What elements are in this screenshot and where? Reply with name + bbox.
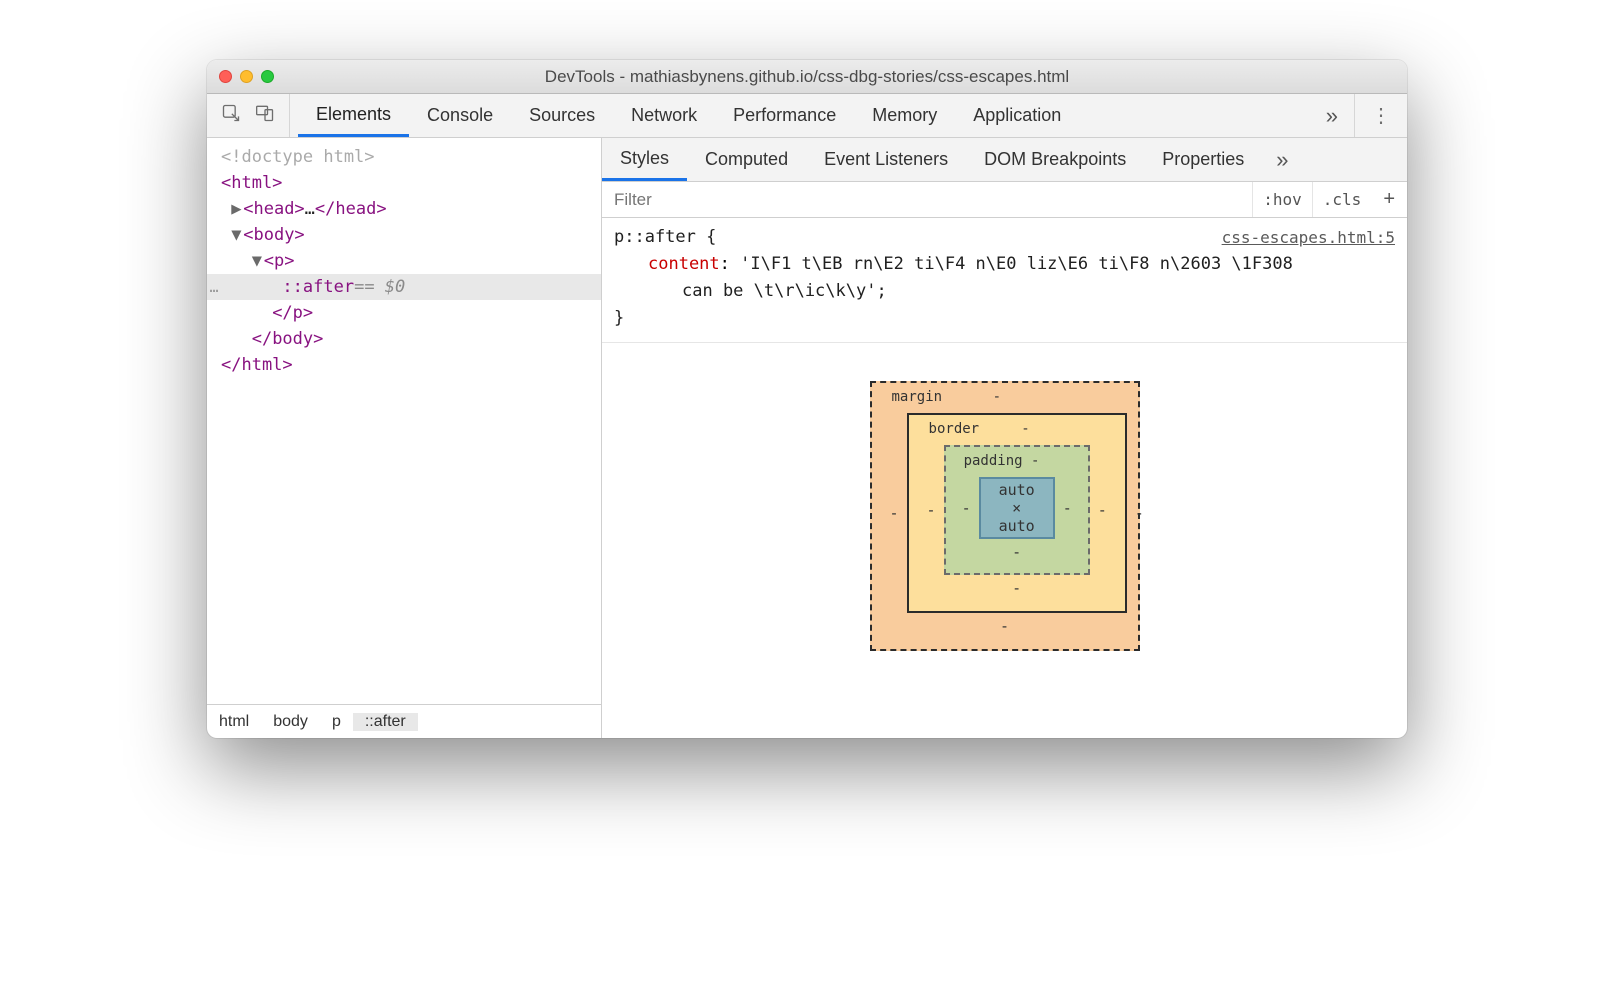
- prop-value-line1[interactable]: 'I\F1 t\EB rn\E2 ti\F4 n\E0 liz\E6 ti\F8…: [740, 254, 1293, 274]
- tab-sources[interactable]: Sources: [511, 94, 613, 137]
- padding-left: -: [962, 499, 971, 517]
- style-rule[interactable]: p::after { css-escapes.html:5 content: '…: [602, 218, 1407, 343]
- dom-head-close: </head>: [315, 199, 387, 219]
- crumb-html[interactable]: html: [207, 713, 261, 731]
- devtools-window: DevTools - mathiasbynens.github.io/css-d…: [207, 60, 1407, 738]
- panels: <!doctype html> <html> ▶<head>…</head> ▼…: [207, 138, 1407, 738]
- crumb-after[interactable]: ::after: [353, 713, 418, 731]
- margin-bottom: -: [1000, 617, 1009, 635]
- margin-right: -: [1135, 504, 1144, 522]
- rule-selector[interactable]: p::after {: [614, 224, 716, 251]
- crumb-body[interactable]: body: [261, 713, 320, 731]
- dom-p-open[interactable]: <p>: [264, 251, 295, 271]
- tab-styles[interactable]: Styles: [602, 138, 687, 181]
- rule-source-link[interactable]: css-escapes.html:5: [1222, 224, 1395, 251]
- dom-panel: <!doctype html> <html> ▶<head>…</head> ▼…: [207, 138, 602, 738]
- dom-doctype: <!doctype html>: [221, 147, 375, 167]
- tab-memory[interactable]: Memory: [854, 94, 955, 137]
- tabs-overflow-icon[interactable]: »: [1310, 94, 1354, 137]
- kebab-menu-icon[interactable]: ⋮: [1354, 94, 1407, 137]
- box-model-padding[interactable]: padding - - auto × auto - -: [944, 445, 1090, 575]
- dom-body-open[interactable]: <body>: [243, 225, 304, 245]
- border-label: border: [929, 421, 980, 437]
- box-model[interactable]: margin - - border - - padding -: [602, 343, 1407, 738]
- styles-panel: Styles Computed Event Listeners DOM Brea…: [602, 138, 1407, 738]
- window-title: DevTools - mathiasbynens.github.io/css-d…: [219, 67, 1395, 87]
- dom-body-close[interactable]: </body>: [252, 329, 324, 349]
- prop-value-line2[interactable]: can be \t\r\ic\k\y';: [682, 281, 887, 301]
- titlebar: DevTools - mathiasbynens.github.io/css-d…: [207, 60, 1407, 94]
- margin-left: -: [890, 504, 899, 522]
- prop-colon: :: [720, 254, 740, 274]
- crumb-p[interactable]: p: [320, 713, 353, 731]
- dom-html-open[interactable]: <html>: [221, 173, 282, 193]
- toggle-cls-button[interactable]: .cls: [1312, 182, 1372, 217]
- tab-elements[interactable]: Elements: [298, 94, 409, 137]
- border-bottom: -: [1012, 579, 1021, 597]
- rule-close-brace: }: [614, 308, 624, 328]
- dom-html-close[interactable]: </html>: [221, 355, 293, 375]
- padding-top: -: [1031, 453, 1039, 469]
- padding-bottom: -: [1012, 543, 1021, 561]
- styles-filter-row: :hov .cls +: [602, 182, 1407, 218]
- tab-computed[interactable]: Computed: [687, 138, 806, 181]
- disclosure-right-icon[interactable]: ▶: [231, 196, 243, 222]
- toolbar-icons: [207, 94, 290, 137]
- toggle-hov-button[interactable]: :hov: [1252, 182, 1312, 217]
- padding-label: padding: [964, 453, 1023, 469]
- breadcrumb: html body p ::after: [207, 704, 601, 738]
- tab-application[interactable]: Application: [955, 94, 1079, 137]
- device-toggle-icon[interactable]: [255, 103, 275, 128]
- tab-dom-breakpoints[interactable]: DOM Breakpoints: [966, 138, 1144, 181]
- margin-top: -: [993, 389, 1001, 405]
- disclosure-down-icon[interactable]: ▼: [231, 222, 243, 248]
- dom-selected-pseudo: ::after: [282, 274, 354, 300]
- gutter-ellipsis-icon[interactable]: …: [207, 274, 221, 300]
- box-model-content[interactable]: auto × auto: [979, 477, 1055, 539]
- border-top: -: [1021, 421, 1029, 437]
- main-toolbar: Elements Console Sources Network Perform…: [207, 94, 1407, 138]
- main-tabs: Elements Console Sources Network Perform…: [290, 94, 1310, 137]
- disclosure-down-icon[interactable]: ▼: [252, 248, 264, 274]
- inspect-icon[interactable]: [221, 103, 241, 128]
- styles-tabs: Styles Computed Event Listeners DOM Brea…: [602, 138, 1407, 182]
- dom-p-close[interactable]: </p>: [272, 303, 313, 323]
- border-right: -: [1098, 501, 1107, 519]
- styles-tabs-overflow-icon[interactable]: »: [1262, 138, 1302, 181]
- tab-network[interactable]: Network: [613, 94, 715, 137]
- tab-performance[interactable]: Performance: [715, 94, 854, 137]
- border-left: -: [927, 501, 936, 519]
- box-model-margin[interactable]: margin - - border - - padding -: [870, 381, 1140, 651]
- tab-properties[interactable]: Properties: [1144, 138, 1262, 181]
- tab-console[interactable]: Console: [409, 94, 511, 137]
- dom-selected-node[interactable]: … ::after == $0: [207, 274, 601, 300]
- dom-head-ellipsis: …: [305, 199, 315, 219]
- new-style-rule-icon[interactable]: +: [1371, 188, 1407, 211]
- padding-right: -: [1063, 499, 1072, 517]
- box-model-border[interactable]: border - - padding - - auto × auto: [907, 413, 1127, 613]
- margin-label: margin: [892, 389, 943, 405]
- tab-event-listeners[interactable]: Event Listeners: [806, 138, 966, 181]
- prop-name-content[interactable]: content: [648, 254, 720, 274]
- dom-head-open[interactable]: <head>: [243, 199, 304, 219]
- dom-tree[interactable]: <!doctype html> <html> ▶<head>…</head> ▼…: [207, 138, 601, 704]
- styles-filter-input[interactable]: [602, 190, 1252, 210]
- dom-selected-suffix: == $0: [354, 274, 405, 300]
